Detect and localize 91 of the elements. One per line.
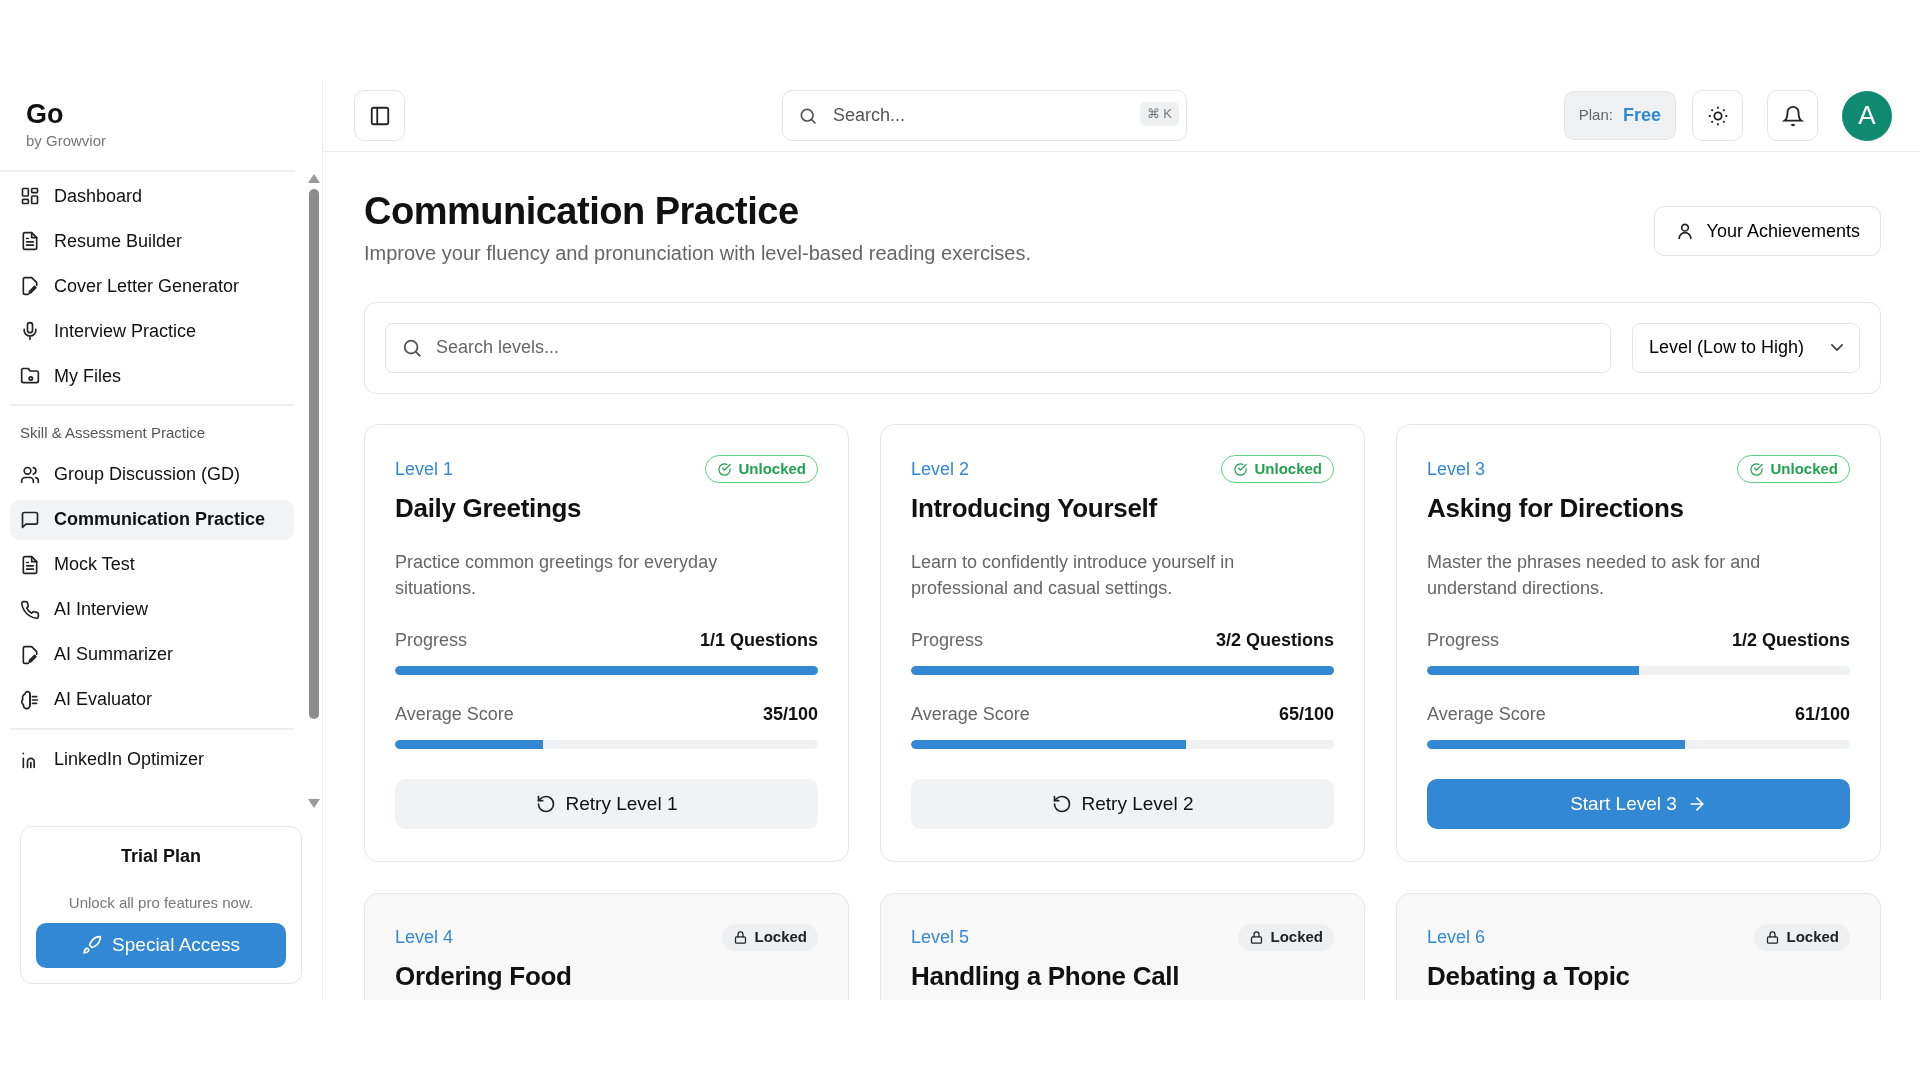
level-description: Practice common greetings for everyday situations.: [395, 551, 719, 600]
chevron-down-icon: [1831, 344, 1843, 352]
level-title: Debating a Topic: [1427, 959, 1631, 993]
sidebar-toggle-button[interactable]: [354, 90, 405, 141]
shortcut-hint: ⌘ K: [1139, 102, 1179, 126]
level-description: Learn to confidently introduce yourself in professional and casual settings.: [911, 551, 1236, 600]
phone-icon: [20, 599, 40, 620]
rotate-icon: [1051, 793, 1072, 814]
special-access-button[interactable]: Special Access: [36, 922, 286, 968]
retry-button[interactable]: Retry Level 1: [395, 778, 818, 829]
sidebar-item[interactable]: AI Interview: [10, 589, 294, 630]
section-heading: Skill & Assessment Practice: [19, 423, 207, 443]
metric-label: Average Score: [1427, 702, 1546, 726]
page-subtitle: Improve your fluency and pronunciation with level-based reading exercises.: [364, 240, 1032, 266]
lock-icon: [1765, 929, 1781, 945]
start-button[interactable]: Start Level 3: [1427, 778, 1850, 829]
level-title: Daily Greetings: [395, 492, 583, 526]
retry-button[interactable]: Retry Level 2: [911, 778, 1334, 829]
level-label: Level 5: [911, 925, 970, 949]
metric-value: 1/2 Questions: [1731, 628, 1850, 652]
level-title: Asking for Directions: [1427, 492, 1685, 526]
level-search-field[interactable]: Search levels...: [385, 322, 1611, 373]
sidebar-item[interactable]: Dashboard: [10, 176, 294, 216]
brain-icon: [20, 689, 40, 710]
rocket-icon: [82, 935, 103, 955]
locked-badge: Locked: [722, 924, 818, 951]
metric-value: 1/1 Questions: [699, 628, 818, 652]
sidebar-item[interactable]: My Files: [10, 356, 294, 396]
plan-badge[interactable]: Plan: Free: [1563, 91, 1676, 140]
check-circle-icon: [1749, 461, 1765, 477]
plan-value: Free: [1622, 104, 1661, 127]
app-logo: Go: [26, 100, 65, 130]
pen-document-icon: [20, 644, 40, 665]
sidebar-item[interactable]: Cover Letter Generator: [10, 266, 294, 306]
page-title: Communication Practice: [364, 192, 800, 232]
plan-label: Plan:: [1578, 105, 1613, 126]
microphone-icon: [20, 321, 40, 341]
lock-icon: [1249, 929, 1265, 945]
metric-value: 35/100: [762, 702, 818, 726]
level-title: Handling a Phone Call: [911, 959, 1181, 993]
sidebar-item[interactable]: AI Summarizer: [10, 634, 294, 675]
document-icon: [20, 554, 40, 575]
metric-label: Progress: [1427, 628, 1500, 652]
bell-icon: [1781, 104, 1804, 127]
sidebar-item[interactable]: Communication Practice: [10, 499, 294, 540]
sidebar-icon: [368, 104, 391, 127]
trial-plan-title: Trial Plan: [119, 845, 202, 868]
scrollbar-thumb[interactable]: [309, 189, 319, 719]
level-description: Master the phrases needed to ask for and understand directions.: [1427, 551, 1762, 600]
folder-icon: [20, 366, 40, 386]
sun-icon: [1706, 104, 1729, 127]
scroll-up-icon[interactable]: [308, 174, 320, 183]
sidebar-item[interactable]: LinkedIn Optimizer: [10, 739, 294, 780]
sidebar-item[interactable]: Group Discussion (GD): [10, 454, 294, 495]
sidebar-item[interactable]: Resume Builder: [10, 221, 294, 261]
check-circle-icon: [1233, 461, 1249, 477]
user-avatar[interactable]: A: [1842, 90, 1892, 141]
sort-dropdown[interactable]: Level (Low to High): [1632, 322, 1860, 373]
metric-label: Average Score: [911, 702, 1030, 726]
metric-value: 61/100: [1794, 702, 1850, 726]
metric-value: 65/100: [1278, 702, 1334, 726]
theme-toggle-button[interactable]: [1692, 90, 1743, 141]
level-label: Level 2: [911, 457, 970, 481]
level-label: Level 3: [1427, 457, 1486, 481]
level-label: Level 1: [395, 457, 454, 481]
document-icon: [20, 231, 40, 251]
people-icon: [20, 464, 40, 485]
scroll-down-icon[interactable]: [308, 799, 320, 808]
achievements-button[interactable]: Your Achievements: [1653, 206, 1881, 256]
metric-value: 3/2 Questions: [1215, 628, 1334, 652]
level-title: Introducing Yourself: [911, 492, 1159, 526]
sidebar-item[interactable]: Mock Test: [10, 544, 294, 585]
level-label: Level 6: [1427, 925, 1486, 949]
metric-label: Progress: [911, 628, 984, 652]
brand-tagline: by Growvior: [26, 130, 108, 151]
metric-label: Average Score: [395, 702, 514, 726]
lock-icon: [733, 929, 749, 945]
trial-plan-text: Unlock all pro features now.: [67, 893, 255, 913]
notifications-button[interactable]: [1767, 90, 1818, 141]
level-title: Ordering Food: [395, 959, 573, 993]
locked-badge: Locked: [1238, 924, 1334, 951]
sidebar-item[interactable]: Interview Practice: [10, 311, 294, 351]
grid-icon: [20, 186, 40, 206]
check-circle-icon: [717, 461, 733, 477]
speech-bubble-icon: [20, 509, 40, 530]
pen-document-icon: [20, 276, 40, 296]
locked-badge: Locked: [1754, 924, 1850, 951]
sidebar-item[interactable]: AI Evaluator: [10, 679, 294, 720]
rotate-icon: [535, 793, 556, 814]
metric-label: Progress: [395, 628, 468, 652]
level-label: Level 4: [395, 925, 454, 949]
